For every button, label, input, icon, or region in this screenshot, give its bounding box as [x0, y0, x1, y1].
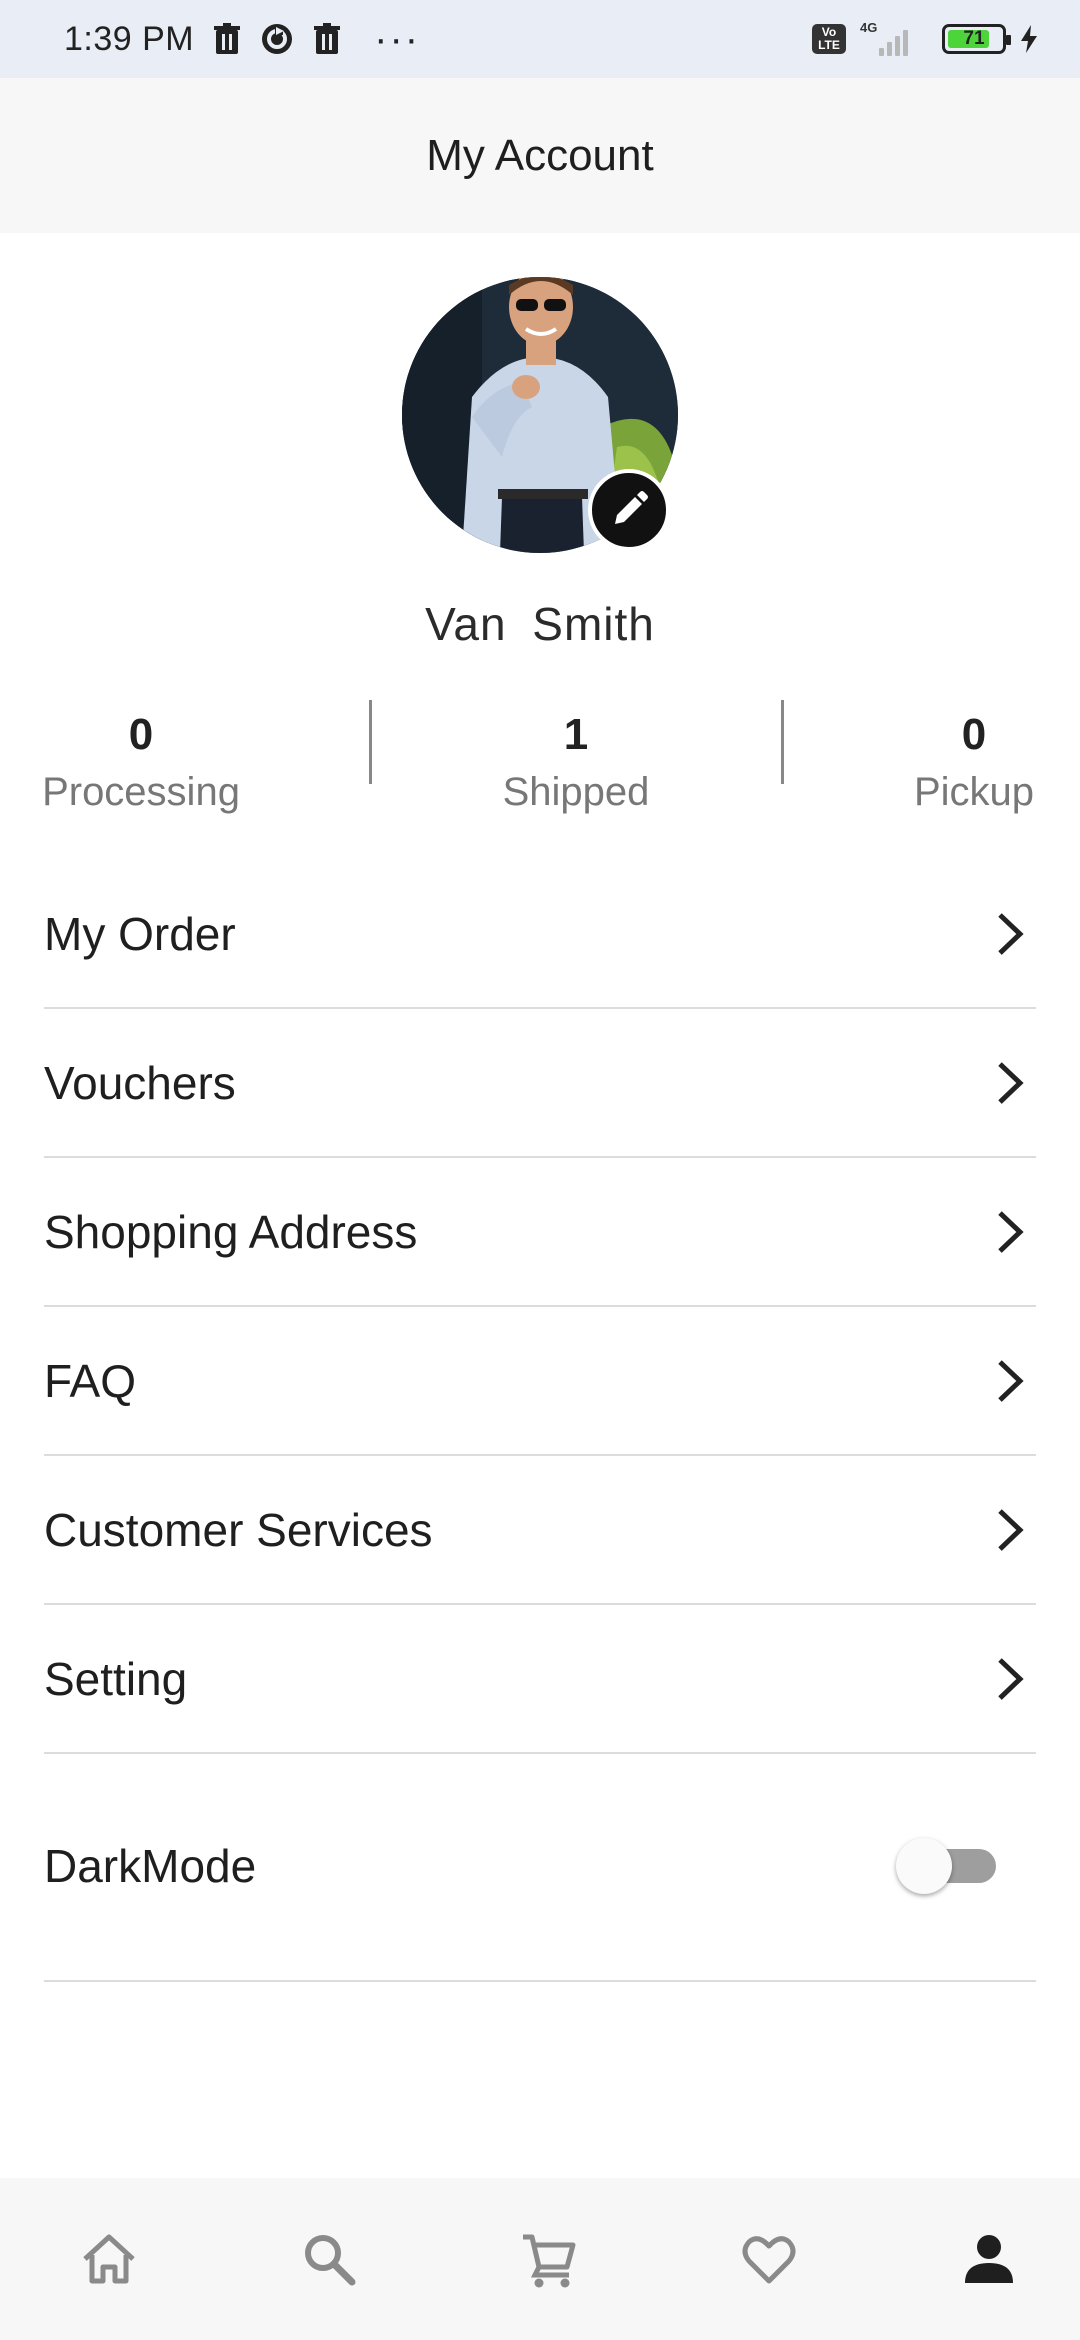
menu-item-label: Customer Services — [44, 1503, 433, 1556]
signal-icon: 4G — [858, 20, 920, 56]
stat-value: 0 — [961, 710, 987, 759]
profile-section: Van Smith — [0, 233, 1080, 673]
heart-icon — [742, 2236, 796, 2284]
nav-cart[interactable] — [514, 2224, 584, 2294]
order-stats: 0 Processing 1 Shipped 0 Pickup — [0, 690, 1080, 840]
nav-home[interactable] — [74, 2224, 144, 2294]
menu-item-vouchers[interactable]: Vouchers — [44, 1009, 1036, 1158]
status-bar: 1:39 PM ··· Vo LTE 4G 71 — [0, 0, 1080, 78]
status-bar-left: 1:39 PM ··· — [64, 19, 420, 59]
nav-account[interactable] — [954, 2224, 1024, 2294]
search-icon — [305, 2235, 356, 2286]
stat-label: Processing — [42, 770, 240, 814]
status-time: 1:39 PM — [64, 19, 195, 58]
trash-icon — [314, 23, 341, 54]
menu-item-label: My Order — [44, 907, 236, 960]
menu-item-label: FAQ — [44, 1354, 137, 1407]
app-header: My Account — [0, 78, 1080, 233]
menu-item-setting[interactable]: Setting — [44, 1605, 1036, 1754]
status-bar-right: Vo LTE 4G 71 — [812, 20, 1040, 56]
edit-profile-button[interactable] — [588, 469, 670, 551]
bottom-nav — [0, 2178, 1080, 2340]
stat-shipped[interactable]: 1 Shipped — [476, 710, 676, 815]
stat-label: Shipped — [502, 770, 650, 814]
darkmode-label: DarkMode — [44, 1840, 257, 1892]
battery-icon: 71 — [942, 24, 1011, 54]
chevron-right-icon — [998, 1359, 1024, 1402]
stat-divider — [781, 700, 784, 784]
chevron-right-icon — [998, 912, 1024, 955]
chevron-right-icon — [998, 1061, 1024, 1104]
cart-icon — [523, 2234, 576, 2288]
menu-item-label: Setting — [44, 1652, 188, 1705]
stat-processing[interactable]: 0 Processing — [42, 710, 240, 815]
menu-item-label: Shopping Address — [44, 1205, 418, 1258]
trash-icon — [214, 23, 241, 54]
more-notifications-icon: ··· — [374, 17, 421, 61]
volte-icon: Vo LTE — [812, 24, 846, 54]
darkmode-row: DarkMode — [44, 1752, 1036, 1982]
darkmode-toggle[interactable] — [896, 1836, 1000, 1896]
battery-level: 71 — [963, 28, 985, 49]
network-type: 4G — [860, 20, 878, 35]
avatar-container — [402, 277, 678, 553]
nav-favorites[interactable] — [734, 2224, 804, 2294]
menu-item-customer-services[interactable]: Customer Services — [44, 1456, 1036, 1605]
chevron-right-icon — [998, 1210, 1024, 1253]
chevron-right-icon — [998, 1657, 1024, 1700]
sync-icon — [262, 24, 293, 54]
charging-icon — [1021, 25, 1037, 53]
stat-value: 1 — [563, 710, 589, 759]
toggle-thumb — [896, 1838, 952, 1894]
volte-bottom-text: LTE — [818, 38, 840, 52]
account-menu: My Order Vouchers Shopping Address FAQ C… — [44, 860, 1036, 1754]
menu-item-shopping-address[interactable]: Shopping Address — [44, 1158, 1036, 1307]
stat-pickup[interactable]: 0 Pickup — [904, 710, 1044, 815]
chevron-right-icon — [998, 1508, 1024, 1551]
menu-item-my-order[interactable]: My Order — [44, 860, 1036, 1009]
stat-value: 0 — [128, 710, 154, 759]
page-title: My Account — [426, 130, 654, 180]
stat-divider — [369, 700, 372, 784]
menu-item-faq[interactable]: FAQ — [44, 1307, 1036, 1456]
person-icon — [965, 2235, 1013, 2283]
stat-label: Pickup — [913, 770, 1035, 814]
home-icon — [83, 2234, 135, 2284]
menu-item-label: Vouchers — [44, 1056, 236, 1109]
nav-search[interactable] — [294, 2224, 364, 2294]
user-name: Van Smith — [425, 598, 655, 650]
pencil-icon — [615, 491, 648, 524]
